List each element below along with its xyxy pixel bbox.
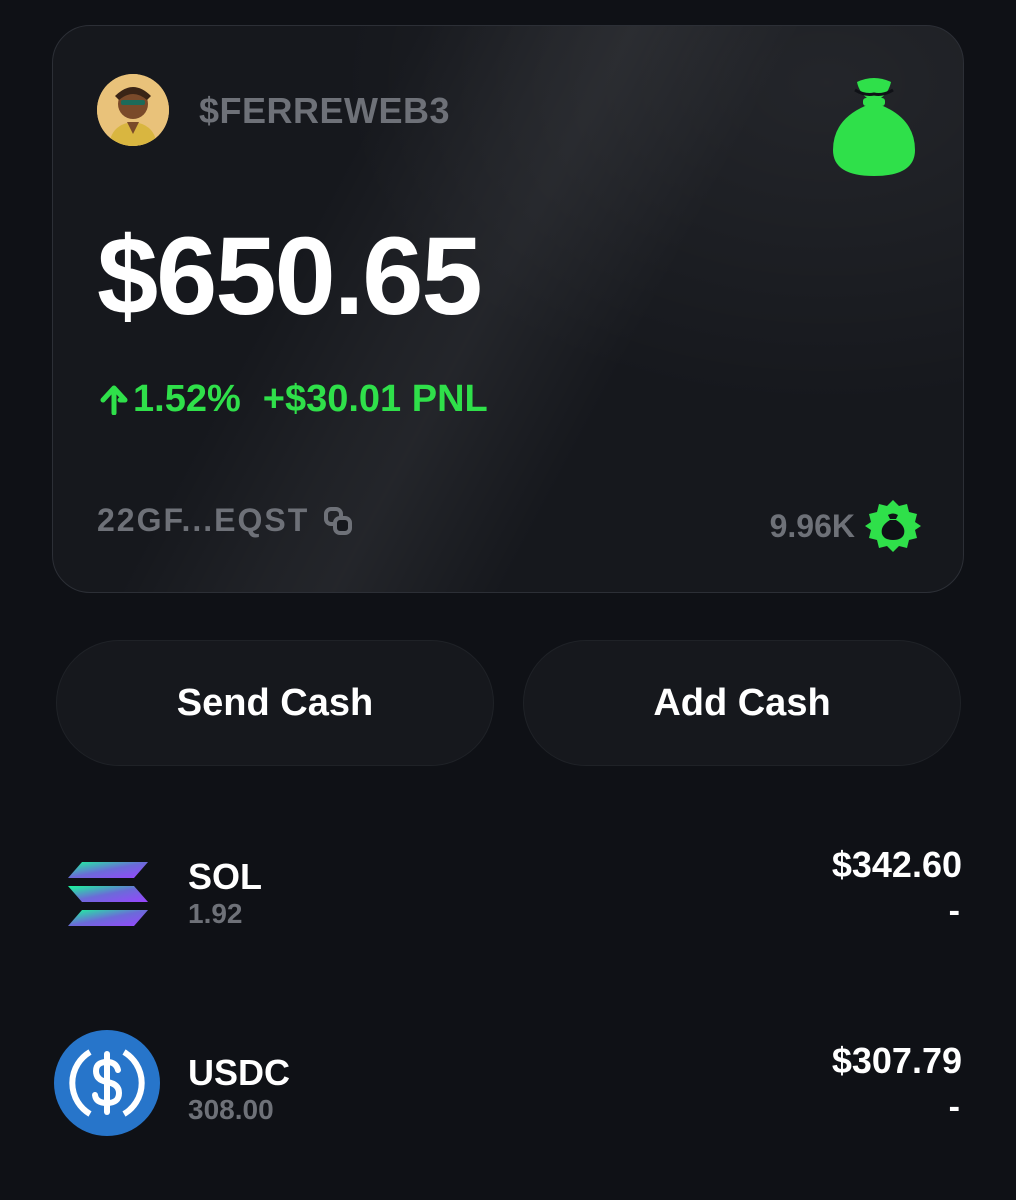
solana-icon — [68, 862, 148, 926]
address-text: 22GF...EQST — [97, 502, 310, 538]
asset-symbol: USDC — [188, 1052, 291, 1093]
asset-value: $307.79 — [831, 1040, 962, 1081]
asset-row-usdc[interactable]: USDC 308.00 $307.79 - — [0, 1026, 1016, 1156]
avatar[interactable] — [97, 74, 169, 146]
change-percent: 1.52% — [133, 378, 241, 420]
copy-icon[interactable] — [323, 506, 353, 536]
usdc-icon — [54, 1030, 160, 1136]
money-bag-badge-icon — [865, 500, 921, 552]
points-counter[interactable]: 9.96K — [770, 498, 921, 554]
send-cash-button[interactable]: Send Cash — [56, 640, 494, 766]
wallet-address[interactable]: 22GF...EQST — [97, 502, 353, 539]
asset-value: $342.60 — [831, 844, 962, 885]
pnl-value: +$30.01 PNL — [262, 378, 488, 420]
money-bag-icon[interactable] — [829, 76, 919, 180]
username: $FERREWEB3 — [199, 90, 451, 131]
asset-row-sol[interactable]: SOL 1.92 $342.60 - — [0, 830, 1016, 960]
up-arrow-icon — [100, 385, 128, 415]
asset-change: - — [948, 892, 960, 930]
asset-amount: 308.00 — [188, 1094, 274, 1125]
asset-amount: 1.92 — [188, 898, 243, 929]
asset-symbol: SOL — [188, 856, 263, 897]
total-balance: $650.65 — [97, 215, 483, 338]
asset-change: - — [948, 1088, 960, 1126]
points-value: 9.96K — [769, 507, 855, 544]
balance-change: 1.52% +$30.01 PNL — [99, 378, 488, 421]
add-cash-button[interactable]: Add Cash — [523, 640, 961, 766]
wallet-card: $FERREWEB3 $650.65 1.52% +$30.01 PNL 22G… — [52, 25, 964, 593]
